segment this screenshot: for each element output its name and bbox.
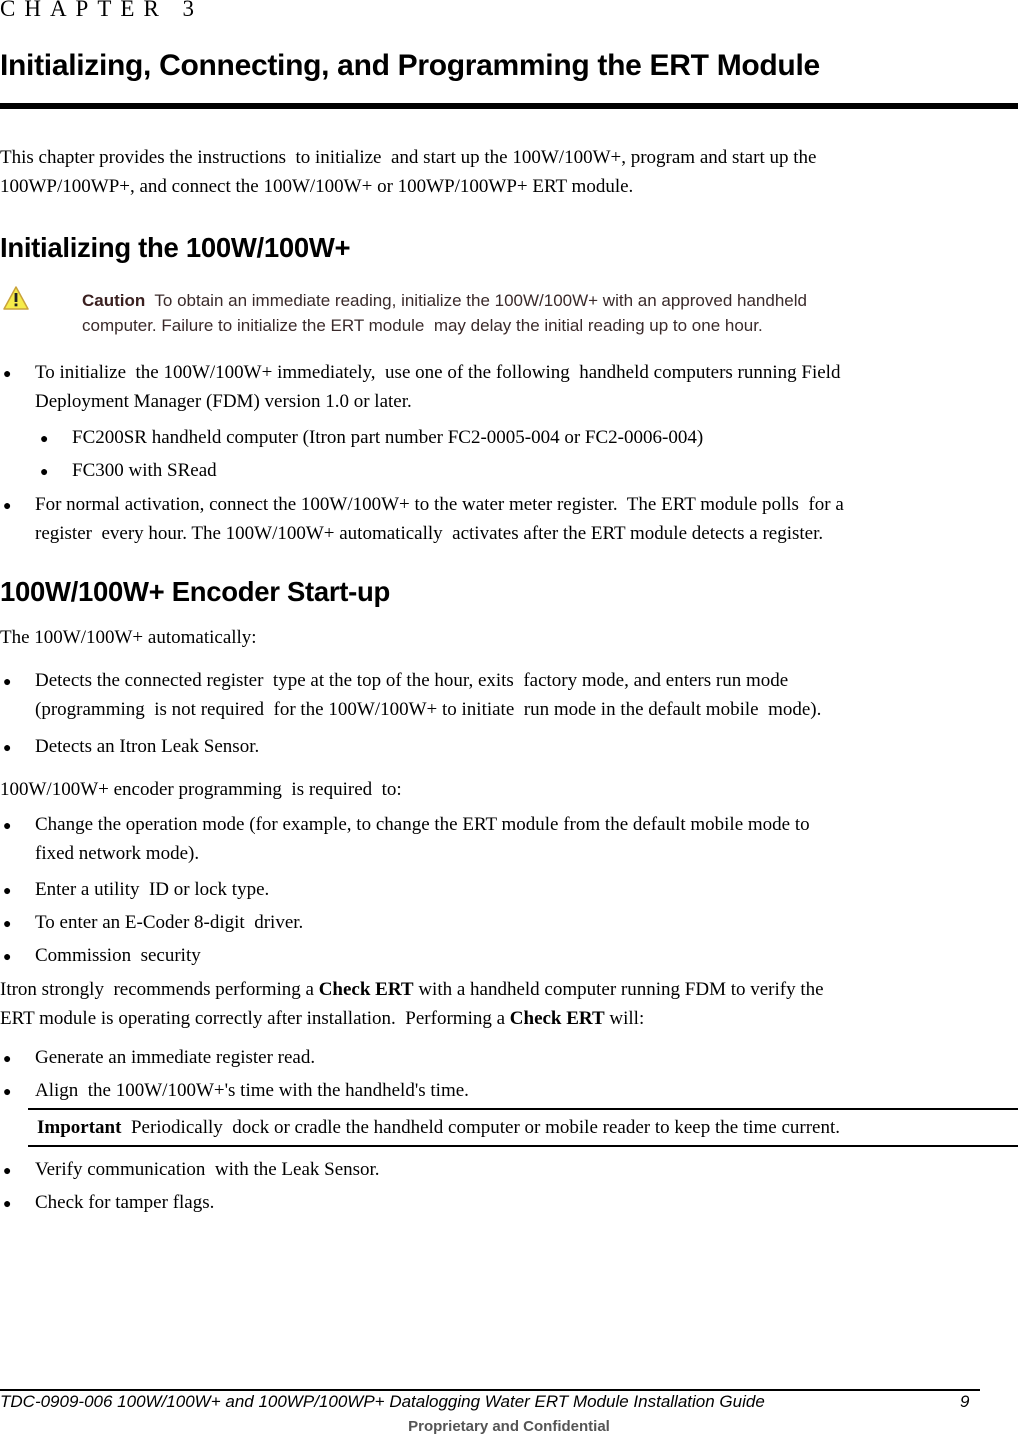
list-item: Detects the connected register type at t…	[35, 666, 821, 724]
list-item-line: (programming is not required for the 100…	[35, 699, 822, 720]
bullet-icon: ●	[3, 819, 12, 834]
list-item: Align the 100W/100W+'s time with the han…	[35, 1080, 469, 1101]
intro-line-2: 100WP/100WP+, and connect the 100W/100W+…	[0, 176, 634, 197]
list-item: Change the operation mode (for example, …	[35, 810, 810, 868]
list-item-line: Deployment Manager (FDM) version 1.0 or …	[35, 391, 412, 412]
section-heading-encoder-startup: 100W/100W+ Encoder Start-up	[0, 576, 390, 607]
list-item: Enter a utility ID or lock type.	[35, 879, 270, 900]
list-item: Detects an Itron Leak Sensor.	[35, 736, 260, 757]
list-item: To initialize the 100W/100W+ immediately…	[35, 358, 840, 416]
text-run: will:	[604, 1008, 645, 1029]
bullet-icon: ●	[3, 950, 12, 965]
bullet-icon: ●	[3, 1164, 12, 1179]
list-item-line: Change the operation mode (for example, …	[35, 814, 810, 835]
text-run: with a handheld computer running FDM to …	[413, 979, 824, 1000]
footer-doc-title: TDC-0909-006 100W/100W+ and 100WP/100WP+…	[0, 1392, 765, 1411]
caution-label: Caution	[82, 291, 146, 310]
caution-note: Caution To obtain an immediate reading, …	[82, 288, 1012, 338]
bullet-icon: ●	[3, 1052, 12, 1067]
caution-line-1: To obtain an immediate reading, initiali…	[145, 291, 807, 310]
programming-intro: 100W/100W+ encoder programming is requir…	[0, 779, 402, 800]
text-run: ERT module is operating correctly after …	[0, 1008, 510, 1029]
bullet-icon: ●	[3, 917, 12, 932]
chapter-label: CHAPTER 3	[0, 0, 204, 21]
intro-line-1: This chapter provides the instructions t…	[0, 147, 817, 168]
important-rule-top	[28, 1108, 1018, 1110]
bullet-icon: ●	[3, 367, 12, 382]
page-number: 9	[960, 1392, 970, 1411]
bullet-icon: ●	[40, 432, 49, 447]
bullet-icon: ●	[3, 1085, 12, 1100]
list-item-line: To initialize the 100W/100W+ immediately…	[35, 362, 841, 383]
list-item: Verify communication with the Leak Senso…	[35, 1159, 380, 1180]
check-ert-term: Check ERT	[509, 1008, 605, 1029]
important-rule-bottom	[28, 1145, 1018, 1147]
bullet-icon: ●	[40, 465, 49, 480]
sub-list-item: FC200SR handheld computer (Itron part nu…	[72, 427, 704, 448]
bullet-icon: ●	[3, 499, 12, 514]
list-item: To enter an E-Coder 8-digit driver.	[35, 912, 304, 933]
sub-list-item: FC300 with SRead	[72, 460, 217, 481]
important-label: Important	[37, 1117, 122, 1138]
check-ert-paragraph: Itron strongly recommends performing a C…	[0, 975, 824, 1033]
check-ert-term: Check ERT	[318, 979, 414, 1000]
list-item: Commission security	[35, 945, 201, 966]
caution-line-2: computer. Failure to initialize the ERT …	[82, 316, 763, 335]
bullet-icon: ●	[3, 741, 12, 756]
list-item-line: For normal activation, connect the 100W/…	[35, 494, 844, 515]
list-item-line: Detects the connected register type at t…	[35, 670, 789, 691]
list-item: Check for tamper flags.	[35, 1192, 215, 1213]
list-item-line: fixed network mode).	[35, 843, 200, 864]
list-item: For normal activation, connect the 100W/…	[35, 490, 844, 548]
important-text: Periodically dock or cradle the handheld…	[121, 1117, 841, 1138]
warning-triangle-icon	[3, 286, 29, 310]
section-heading-initializing: Initializing the 100W/100W+	[0, 232, 351, 263]
chapter-title: Initializing, Connecting, and Programmin…	[0, 49, 820, 82]
bullet-icon: ●	[3, 1197, 12, 1212]
confidentiality-notice: Proprietary and Confidential	[408, 1418, 610, 1435]
bullet-icon: ●	[3, 884, 12, 899]
text-run: Itron strongly recommends performing a	[0, 979, 319, 1000]
title-rule	[0, 103, 1018, 109]
intro-paragraph: This chapter provides the instructions t…	[0, 143, 816, 201]
section-intro: The 100W/100W+ automatically:	[0, 627, 257, 648]
bullet-icon: ●	[3, 675, 12, 690]
footer-rule	[0, 1389, 980, 1391]
list-item: Generate an immediate register read.	[35, 1047, 316, 1068]
list-item-line: register every hour. The 100W/100W+ auto…	[35, 523, 824, 544]
important-note: Important Periodically dock or cradle th…	[37, 1113, 840, 1142]
